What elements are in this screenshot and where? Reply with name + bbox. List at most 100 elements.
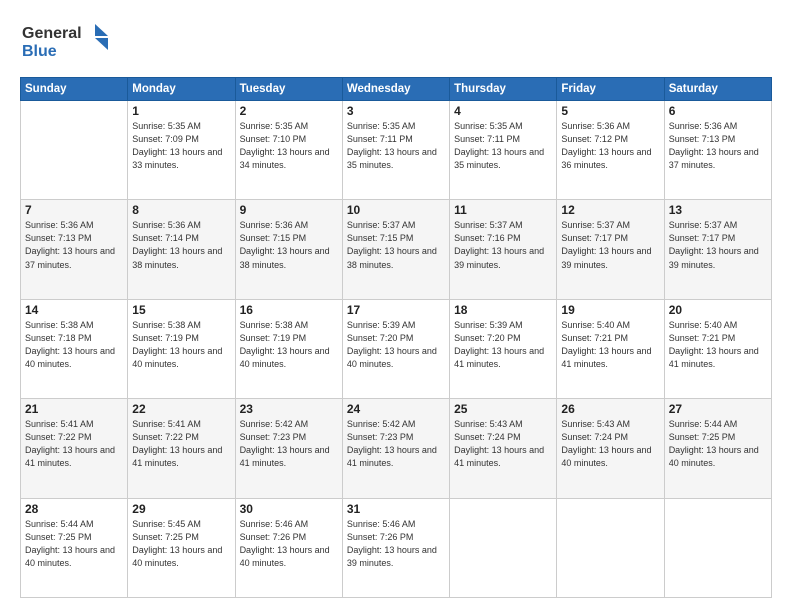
day-info: Sunrise: 5:37 AMSunset: 7:15 PMDaylight:… [347,219,445,271]
calendar-week-row: 28 Sunrise: 5:44 AMSunset: 7:25 PMDayligh… [21,498,772,597]
calendar-cell: 15 Sunrise: 5:38 AMSunset: 7:19 PMDayligh… [128,299,235,398]
day-info: Sunrise: 5:37 AMSunset: 7:17 PMDaylight:… [561,219,659,271]
logo-area: General Blue [20,18,110,67]
calendar-cell: 7 Sunrise: 5:36 AMSunset: 7:13 PMDaylight… [21,200,128,299]
day-number: 27 [669,402,767,416]
calendar-week-row: 14 Sunrise: 5:38 AMSunset: 7:18 PMDayligh… [21,299,772,398]
calendar-cell: 3 Sunrise: 5:35 AMSunset: 7:11 PMDaylight… [342,101,449,200]
weekday-header: SundayMondayTuesdayWednesdayThursdayFrid… [21,78,772,101]
day-number: 23 [240,402,338,416]
day-number: 19 [561,303,659,317]
day-info: Sunrise: 5:38 AMSunset: 7:18 PMDaylight:… [25,319,123,371]
day-info: Sunrise: 5:36 AMSunset: 7:12 PMDaylight:… [561,120,659,172]
day-number: 15 [132,303,230,317]
calendar-cell: 16Sunrise: 5:38 AMSunset: 7:19 PMDayligh… [235,299,342,398]
day-info: Sunrise: 5:46 AMSunset: 7:26 PMDaylight:… [240,518,338,570]
day-number: 30 [240,502,338,516]
day-info: Sunrise: 5:38 AMSunset: 7:19 PMDaylight:… [240,319,338,371]
day-number: 2 [240,104,338,118]
day-number: 11 [454,203,552,217]
calendar-cell: 25 Sunrise: 5:43 AMSunset: 7:24 PMDayligh… [450,399,557,498]
day-info: Sunrise: 5:39 AMSunset: 7:20 PMDaylight:… [347,319,445,371]
calendar-table: SundayMondayTuesdayWednesdayThursdayFrid… [20,77,772,598]
day-number: 22 [132,402,230,416]
calendar-cell: 13 Sunrise: 5:37 AMSunset: 7:17 PMDayligh… [664,200,771,299]
page: General Blue SundayMondayTuesdayWednesda… [0,0,792,612]
weekday-header-cell: Wednesday [342,78,449,101]
day-number: 7 [25,203,123,217]
day-number: 20 [669,303,767,317]
header: General Blue [20,18,772,67]
calendar-week-row: 21 Sunrise: 5:41 AMSunset: 7:22 PMDayligh… [21,399,772,498]
calendar-cell: 2 Sunrise: 5:35 AMSunset: 7:10 PMDaylight… [235,101,342,200]
calendar-cell [664,498,771,597]
weekday-header-cell: Saturday [664,78,771,101]
svg-text:Blue: Blue [22,43,57,60]
calendar-cell: 31 Sunrise: 5:46 AMSunset: 7:26 PMDayligh… [342,498,449,597]
day-info: Sunrise: 5:36 AMSunset: 7:15 PMDaylight:… [240,219,338,271]
day-number: 13 [669,203,767,217]
day-info: Sunrise: 5:37 AMSunset: 7:17 PMDaylight:… [669,219,767,271]
calendar-cell: 26 Sunrise: 5:43 AMSunset: 7:24 PMDayligh… [557,399,664,498]
calendar-cell: 27 Sunrise: 5:44 AMSunset: 7:25 PMDayligh… [664,399,771,498]
day-info: Sunrise: 5:35 AMSunset: 7:11 PMDaylight:… [347,120,445,172]
day-info: Sunrise: 5:40 AMSunset: 7:21 PMDaylight:… [561,319,659,371]
day-info: Sunrise: 5:35 AMSunset: 7:11 PMDaylight:… [454,120,552,172]
weekday-header-cell: Tuesday [235,78,342,101]
calendar-cell: 10 Sunrise: 5:37 AMSunset: 7:15 PMDayligh… [342,200,449,299]
weekday-header-cell: Friday [557,78,664,101]
day-info: Sunrise: 5:44 AMSunset: 7:25 PMDaylight:… [669,418,767,470]
calendar-cell: 24Sunrise: 5:42 AMSunset: 7:23 PMDayligh… [342,399,449,498]
day-info: Sunrise: 5:40 AMSunset: 7:21 PMDaylight:… [669,319,767,371]
calendar-cell: 22 Sunrise: 5:41 AMSunset: 7:22 PMDayligh… [128,399,235,498]
calendar-cell: 23 Sunrise: 5:42 AMSunset: 7:23 PMDayligh… [235,399,342,498]
day-info: Sunrise: 5:41 AMSunset: 7:22 PMDaylight:… [132,418,230,470]
calendar-cell: 14 Sunrise: 5:38 AMSunset: 7:18 PMDayligh… [21,299,128,398]
day-info: Sunrise: 5:44 AMSunset: 7:25 PMDaylight:… [25,518,123,570]
day-info: Sunrise: 5:46 AMSunset: 7:26 PMDaylight:… [347,518,445,570]
day-number: 14 [25,303,123,317]
day-number: 29 [132,502,230,516]
day-info: Sunrise: 5:37 AMSunset: 7:16 PMDaylight:… [454,219,552,271]
day-number: 26 [561,402,659,416]
day-info: Sunrise: 5:35 AMSunset: 7:10 PMDaylight:… [240,120,338,172]
calendar-cell: 29 Sunrise: 5:45 AMSunset: 7:25 PMDayligh… [128,498,235,597]
svg-text:General: General [22,25,82,42]
day-info: Sunrise: 5:35 AMSunset: 7:09 PMDaylight:… [132,120,230,172]
calendar-cell: 1 Sunrise: 5:35 AMSunset: 7:09 PMDaylight… [128,101,235,200]
day-info: Sunrise: 5:41 AMSunset: 7:22 PMDaylight:… [25,418,123,470]
day-number: 10 [347,203,445,217]
calendar-week-row: 1 Sunrise: 5:35 AMSunset: 7:09 PMDaylight… [21,101,772,200]
calendar-cell: 18Sunrise: 5:39 AMSunset: 7:20 PMDayligh… [450,299,557,398]
calendar-cell: 6Sunrise: 5:36 AMSunset: 7:13 PMDaylight… [664,101,771,200]
day-number: 28 [25,502,123,516]
calendar-cell: 28 Sunrise: 5:44 AMSunset: 7:25 PMDayligh… [21,498,128,597]
calendar-cell: 8Sunrise: 5:36 AMSunset: 7:14 PMDaylight… [128,200,235,299]
day-number: 5 [561,104,659,118]
day-info: Sunrise: 5:45 AMSunset: 7:25 PMDaylight:… [132,518,230,570]
day-number: 24 [347,402,445,416]
calendar-cell: 19 Sunrise: 5:40 AMSunset: 7:21 PMDayligh… [557,299,664,398]
day-number: 9 [240,203,338,217]
day-info: Sunrise: 5:42 AMSunset: 7:23 PMDaylight:… [240,418,338,470]
day-number: 17 [347,303,445,317]
day-info: Sunrise: 5:43 AMSunset: 7:24 PMDaylight:… [561,418,659,470]
calendar-cell [557,498,664,597]
weekday-header-cell: Monday [128,78,235,101]
day-number: 3 [347,104,445,118]
day-number: 31 [347,502,445,516]
day-number: 8 [132,203,230,217]
day-number: 12 [561,203,659,217]
day-info: Sunrise: 5:36 AMSunset: 7:13 PMDaylight:… [669,120,767,172]
day-info: Sunrise: 5:43 AMSunset: 7:24 PMDaylight:… [454,418,552,470]
day-number: 25 [454,402,552,416]
calendar-cell: 21 Sunrise: 5:41 AMSunset: 7:22 PMDayligh… [21,399,128,498]
day-info: Sunrise: 5:38 AMSunset: 7:19 PMDaylight:… [132,319,230,371]
day-info: Sunrise: 5:36 AMSunset: 7:13 PMDaylight:… [25,219,123,271]
day-number: 1 [132,104,230,118]
calendar-cell: 9 Sunrise: 5:36 AMSunset: 7:15 PMDaylight… [235,200,342,299]
calendar-body: 1 Sunrise: 5:35 AMSunset: 7:09 PMDaylight… [21,101,772,598]
day-info: Sunrise: 5:39 AMSunset: 7:20 PMDaylight:… [454,319,552,371]
day-number: 21 [25,402,123,416]
calendar-cell: 11 Sunrise: 5:37 AMSunset: 7:16 PMDayligh… [450,200,557,299]
